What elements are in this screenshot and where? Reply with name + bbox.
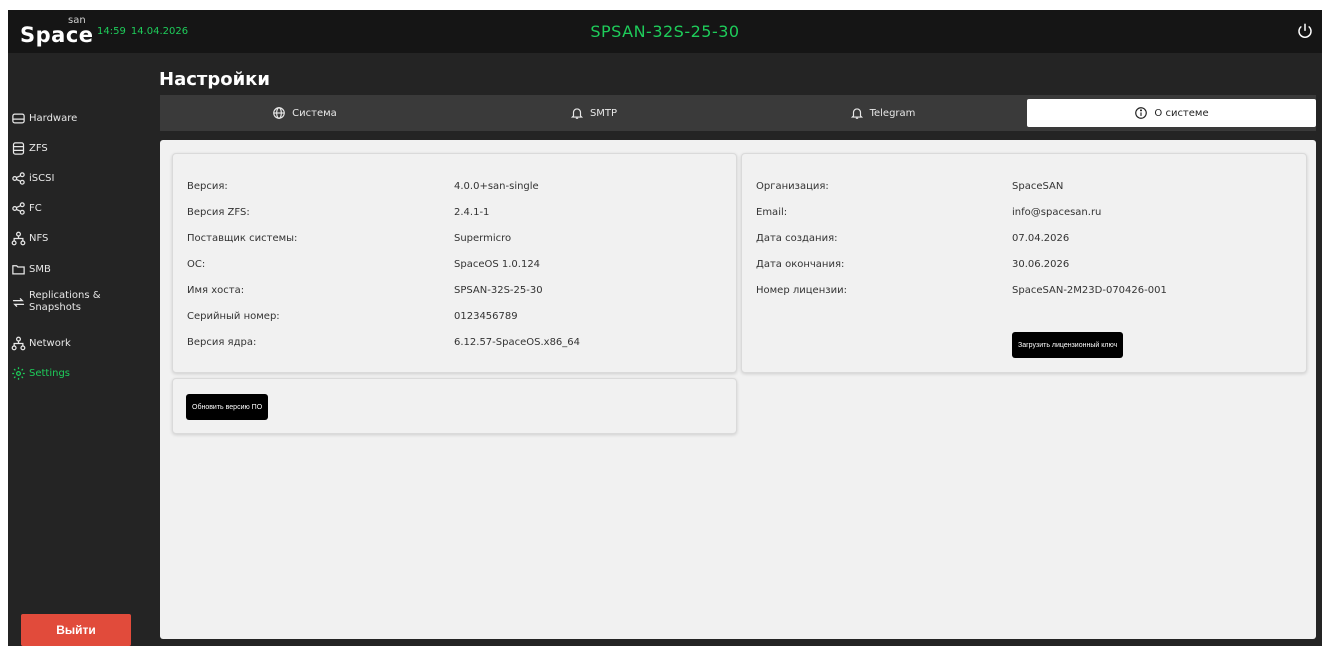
sidebar-item-network[interactable]: Network [11,332,143,354]
info-value: SPSAN-32S-25-30 [454,285,543,296]
license-value: 30.06.2026 [1012,259,1070,270]
sidebar-item-label: iSCSI [29,172,55,184]
sidebar-item-smb[interactable]: SMB [11,258,143,280]
info-value: 4.0.0+san-single [454,181,539,192]
license-value: 07.04.2026 [1012,233,1070,244]
info-key: Версия ZFS: [187,207,250,218]
info-value: 0123456789 [454,311,518,322]
upload-license-button[interactable]: Загрузить лицензионный ключ [1012,332,1124,358]
top-bar: Space san 14:59 14.04.2026 SPSAN-32S-25-3… [8,10,1322,53]
info-key: Серийный номер: [187,311,280,322]
share-icon [12,201,25,215]
info-key: Версия: [187,181,228,192]
license-key: Дата создания: [756,233,838,244]
sidebar-item-label-line2: Snapshots [29,302,81,313]
tab-system[interactable]: Система [160,95,449,131]
license-key: Организация: [756,181,829,192]
bell-icon [570,108,584,119]
network-tree-icon [11,231,26,245]
hdd-icon [12,113,25,123]
info-icon [1135,107,1148,119]
sidebar-item-iscsi[interactable]: iSCSI [11,167,143,189]
gear-icon [12,366,25,380]
tab-telegram[interactable]: Telegram [738,95,1027,131]
license-value: info@spacesan.ru [1012,207,1102,218]
database-icon [12,141,25,155]
sidebar-item-label: Settings [29,367,71,379]
folder-icon [12,264,25,274]
tab-label: Telegram [869,107,916,119]
sidebar-item-nfs[interactable]: NFS [11,227,143,249]
info-value: Supermicro [454,233,512,244]
bell-icon [850,108,863,119]
tab-about[interactable]: О системе [1027,99,1316,127]
tab-label: О системе [1154,107,1209,119]
sidebar-item-zfs[interactable]: ZFS [11,137,143,159]
globe-icon [273,107,286,119]
sidebar-item-replications[interactable]: Replications & Snapshots [11,285,143,319]
sidebar-item-hardware[interactable]: Hardware [11,107,143,129]
page-title: Настройки [159,69,271,90]
license-info-card: Организация: SpaceSAN Email: info@spaces… [741,153,1307,373]
sidebar: Hardware ZFS iSCSI FC NFS SMB Replicatio… [8,53,150,646]
sidebar-item-label: NFS [29,232,49,244]
tab-label: Система [292,107,337,119]
info-key: Имя хоста: [187,285,245,296]
info-key: Версия ядра: [187,337,257,348]
license-value: SpaceSAN-2M23D-070426-001 [1012,285,1167,296]
hostname-title: SPSAN-32S-25-30 [590,22,740,41]
info-value: SpaceOS 1.0.124 [454,259,541,270]
license-key: Email: [756,207,788,218]
sidebar-item-label: SMB [29,263,51,275]
update-software-button[interactable]: Обновить версию ПО [186,394,269,420]
info-key: Поставщик системы: [187,233,298,244]
license-key: Номер лицензии: [756,285,847,296]
info-value: 6.12.57-SpaceOS.x86_64 [454,337,581,348]
sidebar-item-fc[interactable]: FC [11,197,143,219]
sidebar-item-settings[interactable]: Settings [11,362,143,384]
logout-button[interactable]: Выйти [21,614,131,646]
content-panel: Версия: 4.0.0+san-single Версия ZFS: 2.4… [160,140,1316,639]
sync-arrows-icon [12,297,25,307]
sidebar-item-label-line1: Replications & [29,290,101,301]
license-value: SpaceSAN [1012,181,1064,192]
tab-smtp[interactable]: SMTP [449,95,738,131]
info-key: ОС: [187,259,206,270]
network-tree-icon [11,336,26,350]
update-card: Обновить версию ПО [172,378,737,434]
sidebar-item-label: Network [29,337,71,349]
system-info-card: Версия: 4.0.0+san-single Версия ZFS: 2.4… [172,153,737,373]
settings-tabs: Система SMTP Telegram О системе [160,95,1316,131]
power-icon[interactable] [1296,22,1314,40]
sidebar-item-label: ZFS [29,142,48,154]
info-value: 2.4.1-1 [454,207,490,218]
share-icon [12,171,25,185]
license-key: Дата окончания: [756,259,845,270]
tab-label: SMTP [589,107,618,119]
sidebar-item-label: Hardware [29,112,78,124]
sidebar-item-label: FC [29,202,42,214]
